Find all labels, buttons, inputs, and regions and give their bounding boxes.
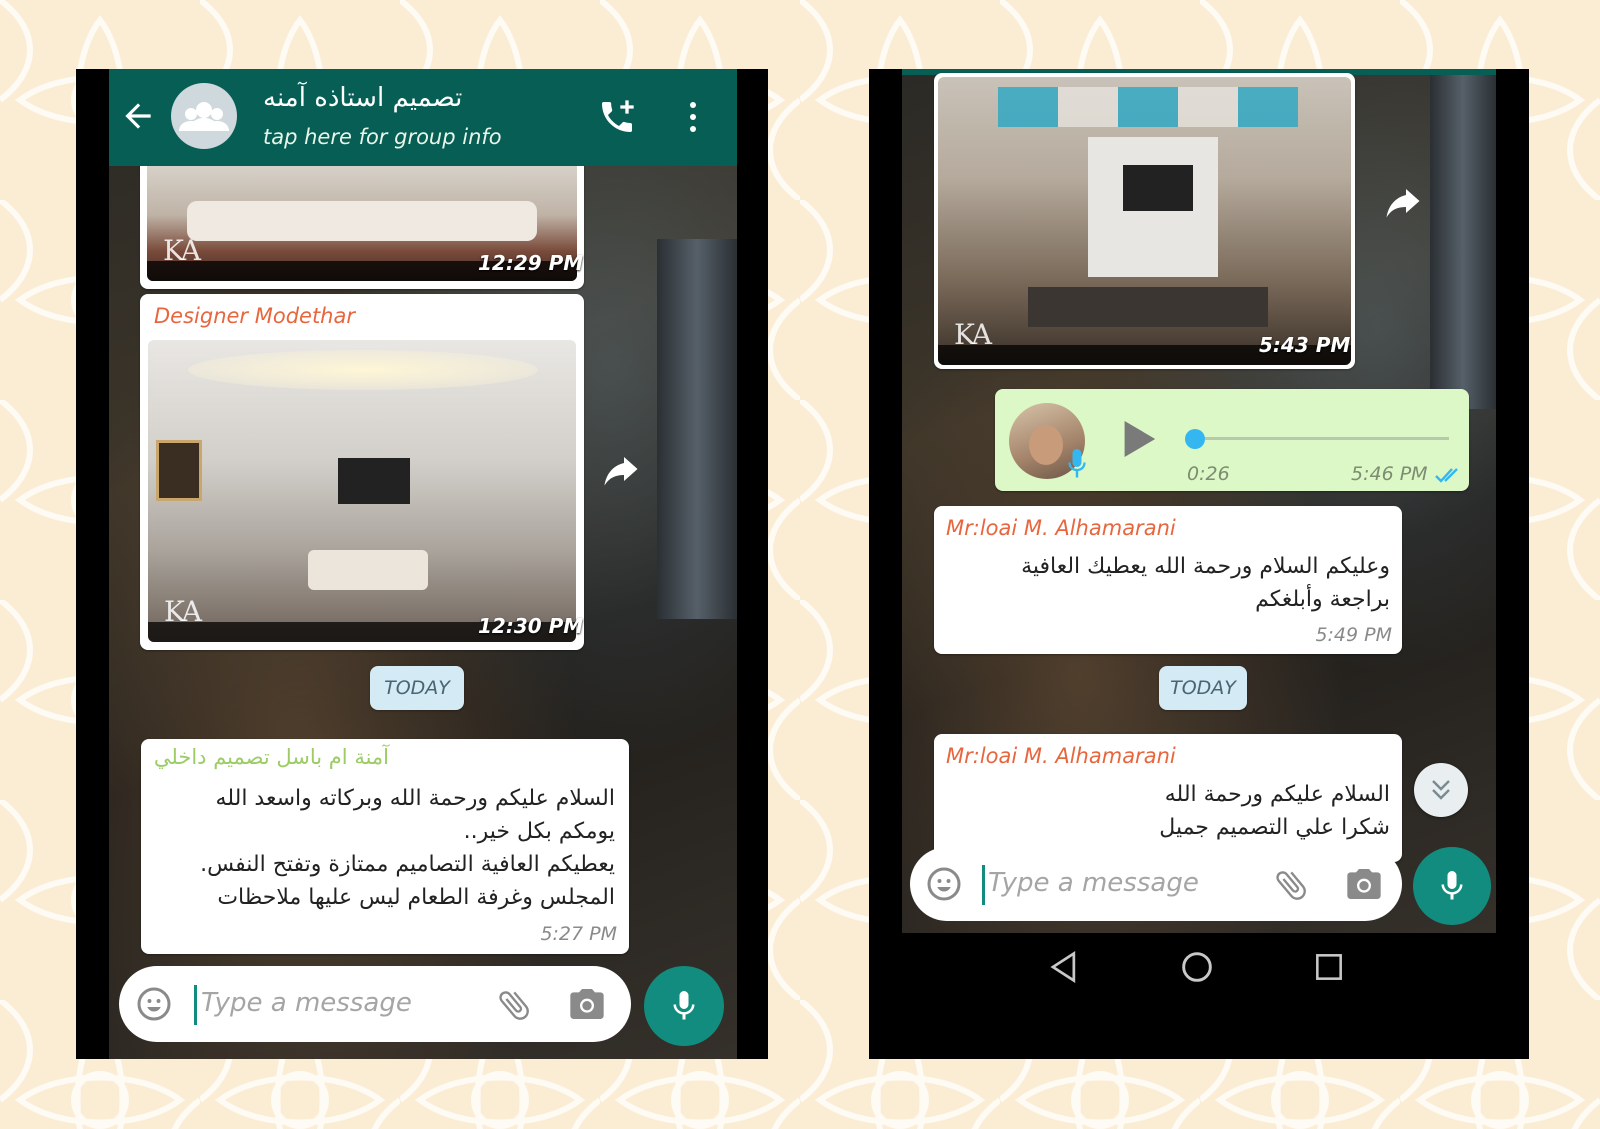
text-message[interactable]: آمنة ام باسل تصميم داخلي السلام عليكم ور… [141, 739, 629, 954]
double-chevron-down-icon [1432, 780, 1450, 800]
image-thumbnail[interactable]: KA [938, 77, 1351, 365]
nav-recents-icon[interactable] [1315, 953, 1343, 981]
voice-duration: 0:26 [1187, 463, 1230, 485]
message-input[interactable]: Type a message [988, 868, 1199, 898]
message-input-bar[interactable]: Type a message [119, 966, 631, 1042]
message-line: براجعة وأبلغكم [1255, 587, 1390, 612]
more-vert-icon[interactable] [681, 97, 705, 137]
wall-frame [156, 440, 202, 501]
add-call-icon[interactable] [597, 97, 637, 137]
message-line: شكرا علي التصميم جميل [1159, 815, 1390, 840]
message-time: 5:43 PM [1259, 333, 1351, 357]
message-time: 12:29 PM [478, 251, 584, 275]
text-message[interactable]: Mr:loai M. Alhamarani وعليكم السلام ورحم… [934, 506, 1402, 654]
double-check-icon [1435, 468, 1458, 483]
play-icon[interactable] [1121, 419, 1157, 459]
avatar-face [1029, 425, 1063, 465]
text-cursor [194, 985, 197, 1025]
ceiling-light [188, 350, 538, 390]
image-message[interactable]: KA 12:29 PM [140, 157, 584, 289]
date-divider: TODAY [1159, 666, 1247, 710]
message-line: السلام عليكم ورحمة الله [1164, 782, 1390, 807]
group-avatar-icon[interactable] [171, 83, 237, 149]
tv-shape [1123, 165, 1193, 211]
mic-button[interactable] [1413, 847, 1491, 925]
scroll-to-bottom-button[interactable] [1414, 763, 1468, 817]
wallpaper-window [657, 239, 737, 619]
nav-home-icon[interactable] [1181, 951, 1213, 983]
right-chat-screen: KA 5:43 PM 0:26 5:46 PM Mr:loai M. Alham… [902, 69, 1496, 933]
mic-icon [673, 991, 695, 1020]
message-time: 5:46 PM [1351, 463, 1428, 485]
message-line: يومكم بكل خير.. [463, 819, 615, 844]
message-line: يعطيكم العافية التصاميم ممتازة وتفتح الن… [200, 852, 615, 877]
left-chat-screen: تصميم استاذه آمنه tap here for group inf… [109, 69, 737, 1059]
forward-icon[interactable] [1384, 189, 1422, 219]
audio-progress-track[interactable] [1197, 437, 1449, 440]
nav-back-icon[interactable] [1049, 951, 1079, 983]
message-time: 12:30 PM [478, 614, 584, 638]
arrow-left-icon[interactable] [119, 97, 157, 135]
image-thumbnail[interactable]: KA [148, 340, 576, 642]
camera-icon[interactable] [567, 984, 607, 1024]
message-input[interactable]: Type a message [201, 988, 412, 1018]
mic-button[interactable] [644, 966, 724, 1046]
android-nav-bar [869, 933, 1529, 1059]
message-input-bar[interactable]: Type a message [910, 847, 1402, 921]
wallpaper-window [1430, 69, 1496, 409]
emoji-icon[interactable] [926, 866, 962, 902]
desk-shape [1028, 287, 1268, 327]
text-message[interactable]: Mr:loai M. Alhamarani السلام عليكم ورحمة… [934, 734, 1402, 862]
sender-name[interactable]: Mr:loai M. Alhamarani [946, 516, 1176, 540]
sender-name[interactable]: Mr:loai M. Alhamarani [946, 744, 1176, 768]
camera-icon[interactable] [1344, 864, 1384, 904]
sofa-shape [187, 201, 537, 241]
paperclip-icon[interactable] [495, 986, 533, 1024]
right-phone-screenshot: KA 5:43 PM 0:26 5:46 PM Mr:loai M. Alham… [869, 69, 1529, 1059]
ka-watermark: KA [163, 234, 201, 267]
text-cursor [982, 865, 985, 905]
voice-message[interactable]: 0:26 5:46 PM [995, 389, 1469, 491]
sender-name[interactable]: آمنة ام باسل تصميم داخلي [154, 745, 389, 769]
mic-icon [1068, 449, 1086, 478]
group-title[interactable]: تصميم استاذه آمنه [263, 83, 462, 113]
chat-header[interactable]: تصميم استاذه آمنه tap here for group inf… [109, 69, 737, 166]
ka-watermark: KA [954, 318, 992, 351]
fireplace-shape [308, 550, 428, 590]
tv-shape [338, 458, 410, 504]
date-divider: TODAY [370, 666, 464, 710]
audio-progress-thumb[interactable] [1185, 429, 1205, 449]
image-message[interactable]: Designer Modethar KA 12:30 PM [140, 294, 584, 650]
message-time: 5:49 PM [1315, 624, 1392, 646]
message-time: 5:27 PM [540, 923, 617, 945]
group-info-hint[interactable]: tap here for group info [263, 125, 502, 149]
left-phone-screenshot: تصميم استاذه آمنه tap here for group inf… [76, 69, 768, 1059]
sender-name[interactable]: Designer Modethar [154, 304, 355, 328]
paperclip-icon[interactable] [1272, 866, 1310, 904]
message-line: المجلس وغرفة الطعام ليس عليها ملاحظات [217, 885, 615, 910]
image-message[interactable]: KA 5:43 PM [934, 73, 1355, 369]
message-line: السلام عليكم ورحمة الله وبركاته واسعد ال… [215, 786, 615, 811]
ceiling-panels [998, 87, 1298, 127]
mic-icon [1441, 871, 1463, 900]
forward-icon[interactable] [602, 457, 640, 487]
ka-watermark: KA [164, 595, 202, 628]
emoji-icon[interactable] [136, 986, 172, 1022]
message-line: وعليكم السلام ورحمة الله يعطيك العافية [1021, 554, 1390, 579]
